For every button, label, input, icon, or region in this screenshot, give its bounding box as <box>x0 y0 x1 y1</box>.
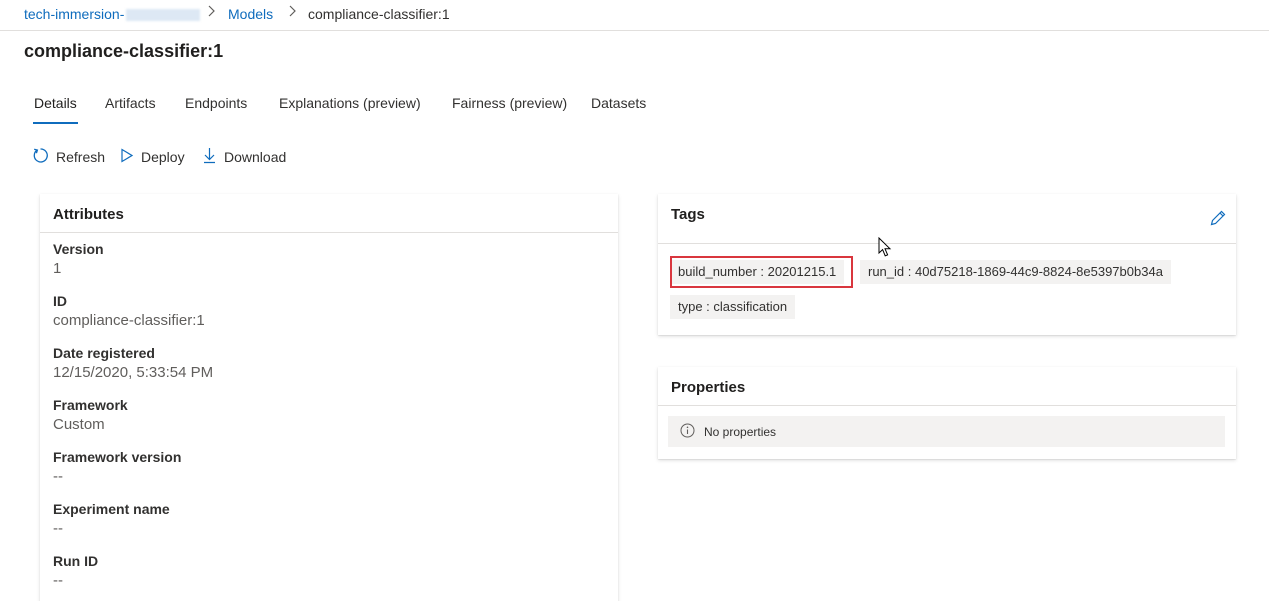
download-label[interactable]: Download <box>224 149 286 165</box>
attribute-value: Custom <box>53 416 105 433</box>
download-button[interactable]: Download <box>202 146 286 168</box>
tag-type[interactable]: type : classification <box>670 295 796 319</box>
attribute-date-registered: Date registered 12/15/2020, 5:33:54 PM <box>53 345 213 381</box>
attribute-label: Version <box>53 241 104 257</box>
attribute-label: ID <box>53 293 67 309</box>
refresh-label[interactable]: Refresh <box>56 149 105 165</box>
attribute-version: Version 1 <box>53 241 104 277</box>
attribute-value: 1 <box>53 260 62 277</box>
divider <box>658 405 1236 406</box>
divider <box>658 243 1236 244</box>
attribute-label: Framework version <box>53 449 182 465</box>
attribute-experiment-name: Experiment name -- <box>53 501 170 537</box>
breadcrumb-current: compliance-classifier:1 <box>308 6 450 22</box>
breadcrumb: tech-immersion- Models compliance-classi… <box>0 0 1269 31</box>
no-properties-message: No properties <box>668 416 1225 447</box>
attribute-label: Experiment name <box>53 501 170 517</box>
properties-header: Properties <box>671 379 746 396</box>
mouse-cursor-icon <box>878 236 892 264</box>
tags-card: Tags build_number : 20201215.1 run_id : … <box>658 194 1236 335</box>
attribute-id: ID compliance-classifier:1 <box>53 293 205 329</box>
deploy-button[interactable]: Deploy <box>120 146 185 168</box>
play-icon <box>120 148 141 166</box>
chevron-right-icon <box>206 5 216 20</box>
refresh-icon <box>32 147 56 167</box>
pencil-icon[interactable] <box>1209 209 1227 232</box>
attribute-value: -- <box>53 520 63 537</box>
attribute-run-id: Run ID -- <box>53 553 98 589</box>
page-title: compliance-classifier:1 <box>24 41 224 61</box>
download-icon <box>202 147 224 167</box>
command-bar: Refresh Deploy Download <box>0 143 400 171</box>
redacted-text <box>126 9 201 22</box>
breadcrumb-models-link[interactable]: Models <box>228 6 273 22</box>
chevron-right-icon <box>287 5 297 20</box>
breadcrumb-workspace-link[interactable]: tech-immersion- <box>24 6 201 22</box>
tab-bar: Details Artifacts Endpoints Explanations… <box>0 88 700 128</box>
breadcrumb-workspace-label[interactable]: tech-immersion- <box>24 6 124 22</box>
tags-header: Tags <box>671 206 705 223</box>
attribute-framework: Framework Custom <box>53 397 128 433</box>
tab-datasets[interactable]: Datasets <box>591 95 646 111</box>
tab-explanations[interactable]: Explanations (preview) <box>279 95 421 111</box>
tab-endpoints[interactable]: Endpoints <box>185 95 247 111</box>
attributes-card: Attributes Version 1 ID compliance-class… <box>40 194 618 601</box>
highlight-box <box>670 256 853 288</box>
attributes-header: Attributes <box>53 206 124 223</box>
deploy-label[interactable]: Deploy <box>141 149 185 165</box>
attribute-value: -- <box>53 572 63 589</box>
active-tab-indicator <box>33 122 78 124</box>
info-icon <box>668 423 704 441</box>
tab-artifacts[interactable]: Artifacts <box>105 95 156 111</box>
attribute-label: Framework <box>53 397 128 413</box>
attribute-value: -- <box>53 468 63 485</box>
tab-fairness[interactable]: Fairness (preview) <box>452 95 567 111</box>
attribute-framework-version: Framework version -- <box>53 449 181 485</box>
tab-details[interactable]: Details <box>34 95 77 111</box>
refresh-button[interactable]: Refresh <box>32 146 105 168</box>
tag-run-id[interactable]: run_id : 40d75218-1869-44c9-8824-8e5397b… <box>860 260 1171 284</box>
attribute-label: Date registered <box>53 345 155 361</box>
no-properties-label: No properties <box>704 424 777 439</box>
attribute-label: Run ID <box>53 553 99 569</box>
divider <box>40 232 618 233</box>
attribute-value: 12/15/2020, 5:33:54 PM <box>53 364 214 381</box>
properties-card: Properties No properties <box>658 367 1236 459</box>
attribute-value: compliance-classifier:1 <box>53 312 205 329</box>
